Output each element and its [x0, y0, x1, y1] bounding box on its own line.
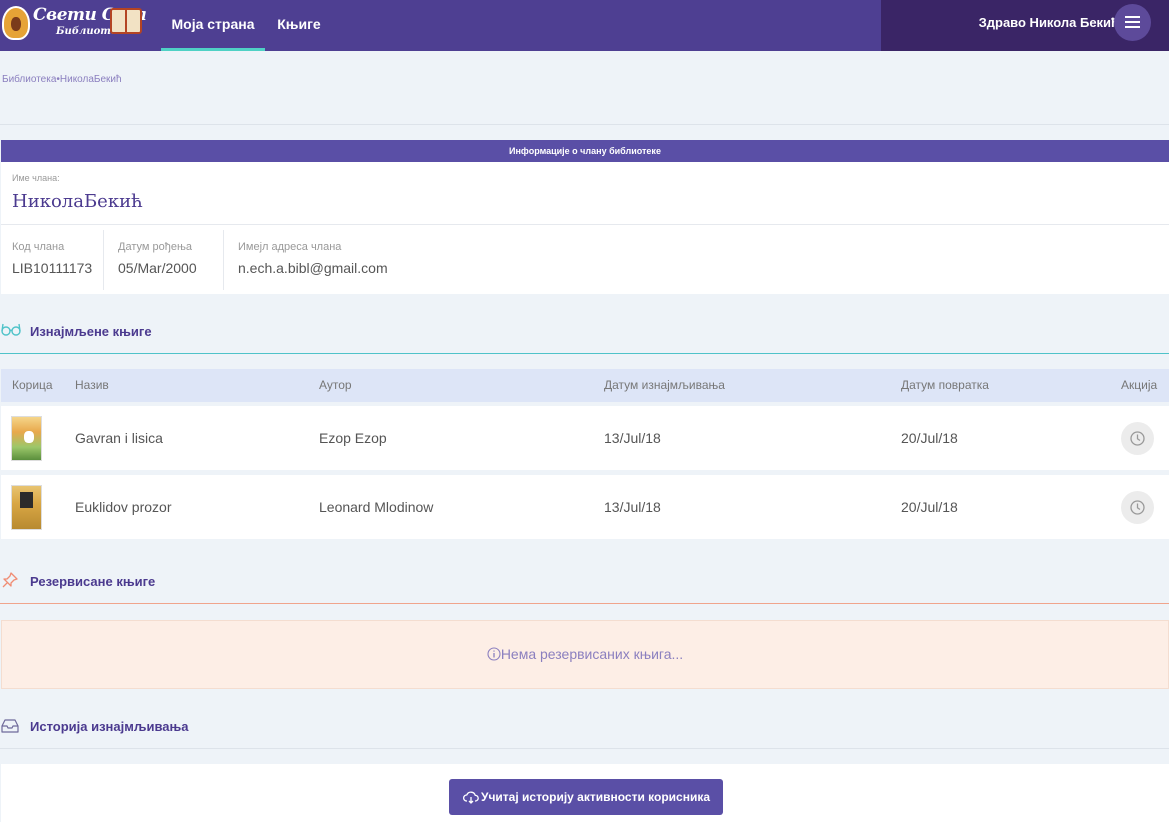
breadcrumb-divider [0, 124, 1169, 125]
rent-date: 13/Jul/18 [604, 430, 661, 446]
cloud-download-icon [463, 791, 479, 804]
col-action: Акција [1121, 378, 1158, 392]
col-cover: Корица [12, 378, 53, 392]
library-logo[interactable]: Свети Сава Библиотека [2, 4, 147, 44]
book-title[interactable]: Gavran i lisica [75, 430, 163, 446]
member-name: НиколаБекић [12, 191, 143, 212]
rent-date: 13/Jul/18 [604, 499, 661, 515]
reserved-empty-notice: Нема резервисаних књига... [1, 620, 1169, 689]
return-date: 20/Jul/18 [901, 499, 958, 515]
info-icon [487, 647, 501, 661]
col-author: Аутор [319, 378, 352, 392]
inbox-icon [1, 719, 19, 733]
email-label: Имејл адреса члана [238, 241, 342, 253]
birth-date-value: 05/Mar/2000 [118, 260, 197, 276]
return-action-button[interactable] [1121, 422, 1154, 455]
menu-line-icon [1125, 21, 1140, 23]
breadcrumb: Библиотека•НиколаБекић [2, 74, 122, 85]
birth-date-label: Датум рођења [118, 241, 193, 253]
card-divider [1, 224, 1169, 225]
history-panel: Учитај историју активности корисника [1, 764, 1169, 822]
return-action-button[interactable] [1121, 491, 1154, 524]
clock-icon [1130, 500, 1145, 515]
field-divider [103, 230, 104, 290]
hamburger-menu-button[interactable] [1114, 4, 1151, 41]
nav-my-page[interactable]: Моја страна [161, 0, 265, 51]
reserved-books-title: Резервисане књиге [30, 574, 156, 589]
glasses-icon [1, 323, 21, 336]
rented-table-header: Корица Назив Аутор Датум изнајмљивања Да… [1, 369, 1169, 402]
book-author: Leonard Mlodinow [319, 499, 434, 515]
menu-line-icon [1125, 26, 1140, 28]
table-row[interactable]: Euklidov prozor Leonard Mlodinow 13/Jul/… [1, 475, 1169, 539]
book-author: Ezop Ezop [319, 430, 387, 446]
history-divider [0, 748, 1169, 749]
breadcrumb-current: НиколаБекић [59, 74, 122, 85]
pin-icon [2, 572, 18, 588]
member-code-value: LIB10111173 [12, 260, 93, 276]
empty-reserved-message: Нема резервисаних књига... [500, 646, 684, 662]
member-card-title: Информације о члану библиотеке [1, 140, 1169, 162]
table-row[interactable]: Gavran i lisica Ezop Ezop 13/Jul/18 20/J… [1, 406, 1169, 470]
user-greeting: Здраво Никола Бекић [978, 15, 1119, 30]
top-navbar: Свети Сава Библиотека Моја страна Књиге … [0, 0, 1169, 51]
rented-divider [0, 353, 1169, 354]
rental-history-title: Историја изнајмљивања [30, 719, 189, 734]
breadcrumb-root[interactable]: Библиотека [2, 74, 56, 85]
return-date: 20/Jul/18 [901, 430, 958, 446]
menu-line-icon [1125, 16, 1140, 18]
nav-books[interactable]: Књиге [269, 0, 329, 51]
clock-icon [1130, 431, 1145, 446]
col-title: Назив [75, 378, 109, 392]
col-return-date: Датум повратка [901, 378, 989, 392]
col-rent-date: Датум изнајмљивања [604, 378, 725, 392]
member-name-label: Име члана: [12, 173, 60, 183]
book-title[interactable]: Euklidov prozor [75, 499, 172, 515]
member-info-card: Информације о члану библиотеке Име члана… [1, 140, 1169, 294]
empty-notice-row: Нема резервисаних књига... [2, 646, 1168, 662]
load-history-label: Учитај историју активности корисника [481, 790, 711, 804]
saint-sava-icon [2, 6, 30, 40]
rented-books-title: Изнајмљене књиге [30, 324, 152, 339]
member-code-label: Код члана [12, 241, 65, 253]
reserved-divider [0, 603, 1169, 604]
book-cover-image[interactable] [11, 416, 42, 461]
book-cover-image[interactable] [11, 485, 42, 530]
field-divider [223, 230, 224, 290]
load-history-button[interactable]: Учитај историју активности корисника [449, 779, 723, 815]
email-value: n.ech.a.bibl@gmail.com [238, 260, 388, 276]
open-book-icon [110, 8, 142, 34]
